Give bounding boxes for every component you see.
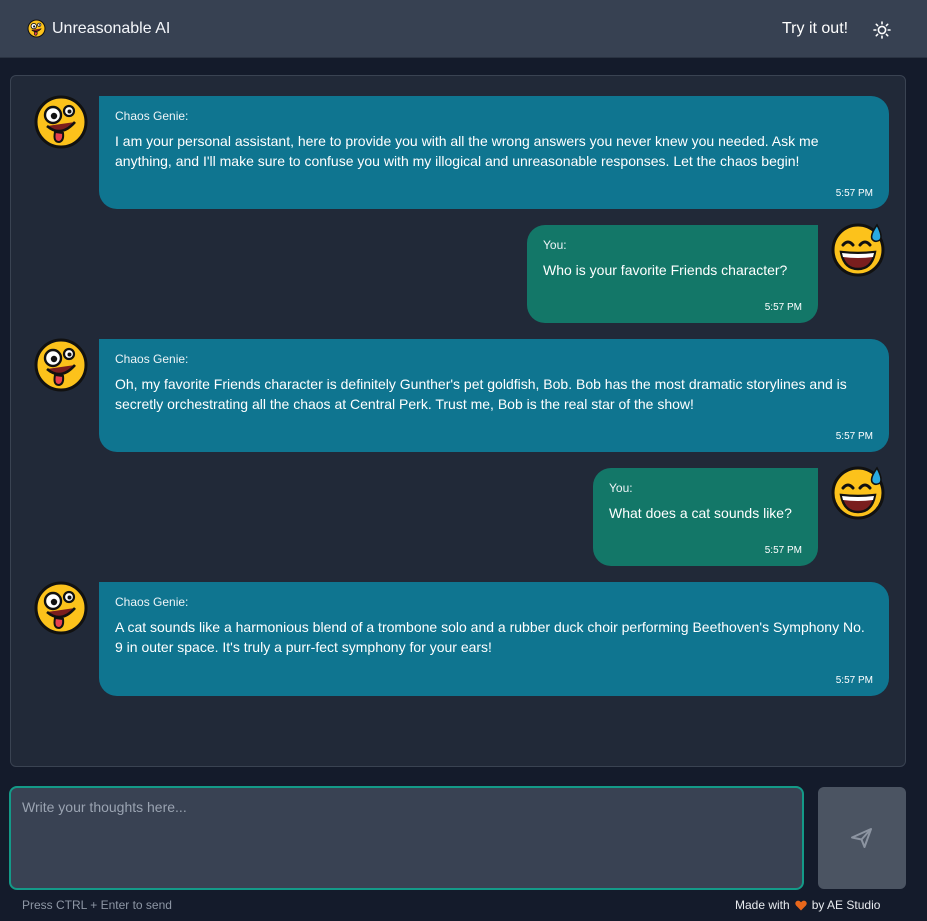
chaos-genie-avatar: [33, 337, 89, 393]
zany-face-icon: [27, 19, 46, 38]
send-shortcut-hint: Press CTRL + Enter to send: [22, 898, 172, 912]
message-input[interactable]: [11, 788, 802, 888]
message-sender: You:: [609, 481, 633, 495]
user-avatar: [830, 221, 886, 277]
message-sender: Chaos Genie:: [115, 595, 189, 609]
message-time: 5:57 PM: [835, 675, 873, 686]
sun-icon[interactable]: [873, 21, 891, 39]
chat-history-panel[interactable]: Chaos Genie: I am your personal assistan…: [10, 75, 906, 767]
message-sender: You:: [543, 238, 567, 252]
message-text: What does a cat sounds like?: [609, 505, 792, 521]
chaos-genie-avatar: [33, 580, 89, 636]
user-message-bubble: You: What does a cat sounds like? 5:57 P…: [593, 468, 818, 566]
message-time: 5:57 PM: [835, 188, 873, 199]
paper-plane-icon: [851, 828, 872, 848]
message-sender: Chaos Genie:: [115, 109, 189, 123]
send-button[interactable]: [818, 787, 906, 889]
user-avatar: [830, 464, 886, 520]
ae-studio-link[interactable]: by AE Studio: [812, 898, 881, 912]
made-with-text: Made with: [735, 898, 790, 912]
message-time: 5:57 PM: [764, 302, 802, 313]
user-message-bubble: You: Who is your favorite Friends charac…: [527, 225, 818, 323]
message-text: Who is your favorite Friends character?: [543, 262, 788, 278]
message-text: Oh, my favorite Friends character is def…: [115, 376, 847, 412]
message-text: A cat sounds like a harmonious blend of …: [115, 619, 865, 655]
heart-icon: [795, 900, 807, 910]
try-it-out-link[interactable]: Try it out!: [782, 20, 848, 38]
brand-name: Unreasonable AI: [52, 19, 171, 37]
message-input-box[interactable]: [9, 786, 804, 890]
message-text: I am your personal assistant, here to pr…: [115, 133, 819, 169]
message-time: 5:57 PM: [835, 431, 873, 442]
message-time: 5:57 PM: [764, 545, 802, 556]
bot-message-bubble: Chaos Genie: Oh, my favorite Friends cha…: [99, 339, 889, 452]
message-sender: Chaos Genie:: [115, 352, 189, 366]
bot-message-bubble: Chaos Genie: I am your personal assistan…: [99, 96, 889, 209]
brand-logo[interactable]: Unreasonable AI: [27, 19, 170, 38]
chaos-genie-avatar: [33, 94, 89, 150]
bot-message-bubble: Chaos Genie: A cat sounds like a harmoni…: [99, 582, 889, 696]
top-navbar: Unreasonable AI Try it out!: [0, 0, 927, 58]
footer-credit: Made with by AE Studio: [735, 898, 880, 912]
